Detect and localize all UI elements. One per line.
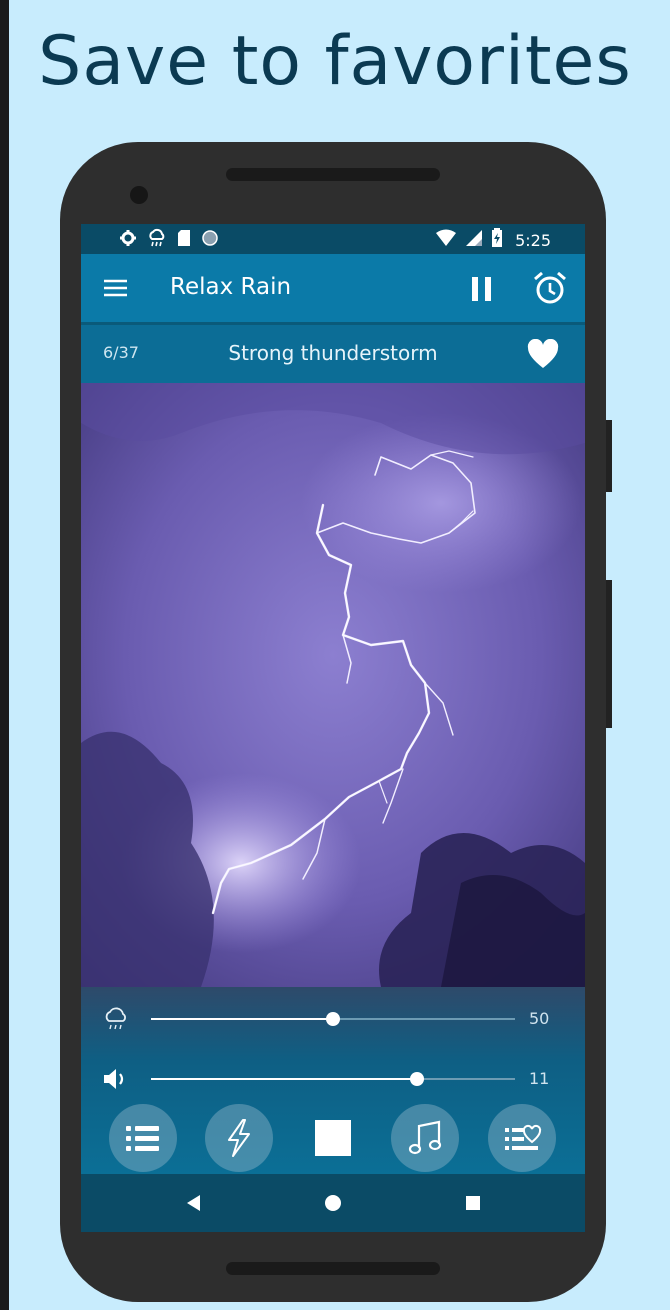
rain-slider-thumb[interactable] bbox=[326, 1012, 340, 1026]
volume-slider-row: 11 bbox=[81, 1059, 585, 1099]
thunder-button[interactable] bbox=[205, 1104, 273, 1172]
stop-icon[interactable] bbox=[315, 1120, 351, 1156]
playlist-button[interactable] bbox=[109, 1104, 177, 1172]
screen: 5:25 Relax Rain 6/37 Strong thunderstorm bbox=[81, 224, 585, 1232]
power-button bbox=[606, 420, 612, 492]
speaker-icon bbox=[101, 1065, 131, 1093]
rain-slider[interactable] bbox=[151, 1012, 515, 1026]
rain-slider-value: 50 bbox=[529, 1009, 550, 1028]
signal-icon bbox=[465, 229, 483, 251]
front-camera bbox=[130, 186, 148, 204]
volume-slider-fill bbox=[151, 1078, 417, 1080]
alarm-clock-icon[interactable] bbox=[532, 270, 568, 310]
app-bar: Relax Rain bbox=[81, 254, 585, 322]
sd-card-icon bbox=[177, 229, 191, 251]
music-button[interactable] bbox=[391, 1104, 459, 1172]
status-bar: 5:25 bbox=[81, 224, 585, 254]
bottom-buttons bbox=[81, 1104, 585, 1174]
volume-slider[interactable] bbox=[151, 1072, 515, 1086]
settings-icon bbox=[119, 229, 137, 251]
rain-cloud-icon bbox=[147, 228, 167, 252]
volume-button bbox=[606, 580, 612, 728]
recents-icon[interactable] bbox=[465, 1195, 481, 1215]
bottom-speaker bbox=[226, 1262, 440, 1275]
volume-slider-value: 11 bbox=[529, 1069, 550, 1088]
app-title: Relax Rain bbox=[170, 274, 292, 300]
back-icon[interactable] bbox=[185, 1194, 201, 1216]
heart-icon[interactable] bbox=[527, 338, 559, 373]
wifi-icon bbox=[435, 229, 457, 251]
hamburger-menu-icon[interactable] bbox=[103, 278, 129, 302]
track-bar: 6/37 Strong thunderstorm bbox=[81, 325, 585, 383]
favorites-button[interactable] bbox=[488, 1104, 556, 1172]
track-name: Strong thunderstorm bbox=[228, 341, 438, 365]
rain-cloud-icon bbox=[101, 1005, 131, 1033]
rain-slider-row: 50 bbox=[81, 999, 585, 1039]
status-time: 5:25 bbox=[515, 230, 551, 250]
top-speaker bbox=[226, 168, 440, 181]
nav-bar bbox=[81, 1174, 585, 1232]
headline: Save to favorites bbox=[38, 22, 632, 101]
left-edge bbox=[0, 0, 9, 1310]
thunderstorm-image bbox=[81, 383, 585, 987]
rain-slider-fill bbox=[151, 1018, 333, 1020]
pause-icon[interactable] bbox=[471, 276, 493, 306]
home-icon[interactable] bbox=[324, 1194, 342, 1216]
volume-slider-thumb[interactable] bbox=[409, 1072, 424, 1086]
battery-icon bbox=[491, 228, 503, 252]
circle-icon bbox=[201, 229, 219, 251]
phone-frame: 5:25 Relax Rain 6/37 Strong thunderstorm bbox=[60, 142, 612, 1302]
